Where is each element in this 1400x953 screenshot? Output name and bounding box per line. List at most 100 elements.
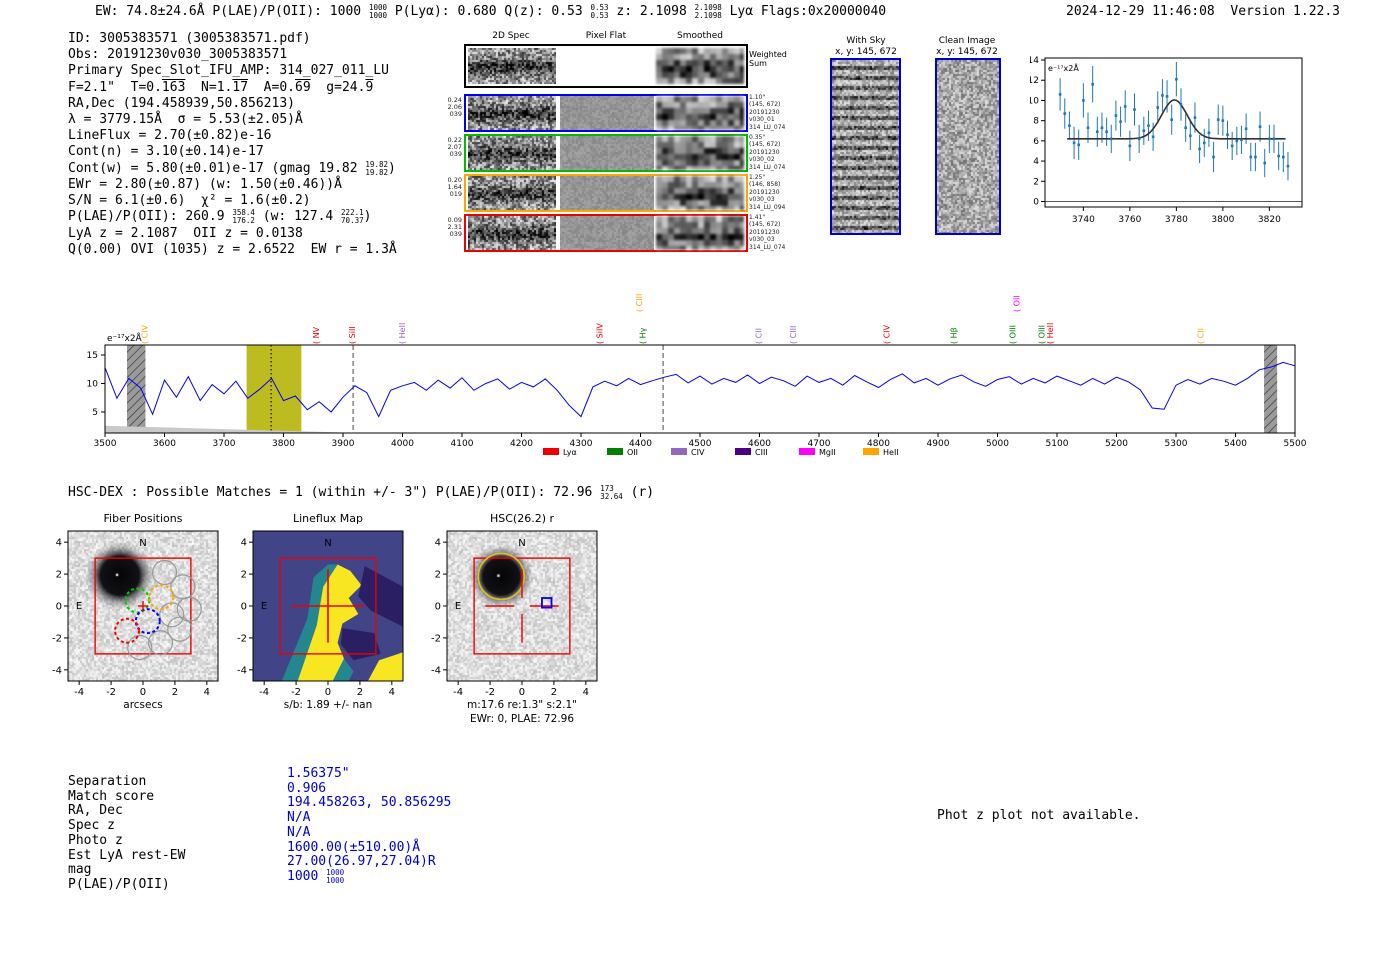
spec2d-row-right-labels: 1.10" (145, 672) 20191230 v030_01 314_LU_074 bbox=[749, 94, 785, 131]
rect-el bbox=[1264, 345, 1278, 433]
rect-el bbox=[1282, 155, 1285, 159]
text-el: 4 bbox=[1033, 157, 1039, 167]
text-el: 3800 bbox=[272, 439, 295, 449]
div-el: 314_LU_074 bbox=[749, 243, 786, 251]
text-el: 3740 bbox=[1072, 215, 1095, 225]
text-el: 0 bbox=[519, 687, 525, 698]
match-row-label: RA, Dec bbox=[68, 803, 123, 819]
div-el: Cont(w) = 5.80(±0.01)e-17 (gmag 19.82 19… bbox=[68, 159, 396, 177]
with-sky-title-text: With Sky bbox=[846, 36, 886, 46]
rect-el bbox=[799, 448, 815, 455]
lineflux-map-overlay: N E -4 -4 -2 -2 0 0 2 2 4 4 s/b: 1.89 +/- nan bbox=[237, 530, 404, 711]
hsc-cutout-title: HSC(26.2) r bbox=[489, 512, 555, 525]
text-el: -4 bbox=[52, 665, 62, 676]
text-el: 5 bbox=[92, 408, 98, 418]
match-row-value: 1600.00(±510.00)Å bbox=[287, 839, 421, 855]
rect-el bbox=[1096, 130, 1099, 134]
spec2d-row-left-labels: 0.24 2.06 039 bbox=[436, 97, 462, 118]
spec2d-row-left-labels: 0.20 1.64 019 bbox=[436, 177, 462, 198]
weighted-sum-label: Weighted Sum bbox=[749, 50, 787, 68]
text-el: -4 bbox=[74, 687, 84, 698]
text-el: 2 bbox=[435, 570, 441, 581]
clean-image-image bbox=[937, 60, 999, 233]
spec2d-strip-image bbox=[560, 96, 654, 130]
match-row-label: Est LyA rest-EW bbox=[68, 847, 186, 863]
div-el: LyA z = 2.1087 OII z = 0.0138 bbox=[68, 225, 303, 241]
div-el: 314_LU_074 bbox=[749, 123, 786, 131]
spec2d-row bbox=[464, 134, 748, 172]
text-el: m:17.6 re:1.3" s:2.1" bbox=[467, 699, 577, 711]
text-el: 2 bbox=[172, 687, 178, 698]
circle-el bbox=[127, 634, 153, 661]
div-el: 20191230 bbox=[749, 188, 780, 196]
text-el: HeII bbox=[883, 448, 899, 457]
rect-el bbox=[1268, 137, 1271, 141]
circle-el bbox=[114, 617, 141, 644]
photz-note: Phot z plot not available. bbox=[937, 808, 1141, 823]
div-el: 19.82 bbox=[365, 167, 388, 177]
text-el: E bbox=[261, 601, 267, 612]
fiber-positions-title: Fiber Positions bbox=[103, 512, 183, 525]
spec2d-strip-image bbox=[560, 176, 654, 210]
hsc-cutout-overlay: N E -4 -4 -2 -2 0 0 2 2 4 4 m:17.6 re:1.3" s:2.1" EWr… bbox=[431, 530, 598, 725]
rect-el bbox=[671, 448, 687, 455]
text-el: 12 bbox=[1030, 76, 1039, 86]
div-el: 1.10" bbox=[749, 94, 766, 101]
text-el: ( SiIV bbox=[596, 323, 605, 344]
rect-el bbox=[1109, 137, 1113, 141]
text-el: ( HeII bbox=[398, 323, 407, 344]
text-el: 0 bbox=[241, 601, 247, 612]
rect-el bbox=[1123, 105, 1127, 108]
text-el: -2 bbox=[237, 633, 247, 644]
div-el: RA,Dec (194.458939,50.856213) bbox=[68, 95, 295, 111]
span-el: 1000 1000 bbox=[326, 868, 344, 885]
text-el: 8 bbox=[1033, 117, 1039, 127]
circle-el bbox=[147, 630, 174, 656]
elixer-report-page: EW: 74.8±24.6Å P(LAE)/P(OII): 1000 1000 1… bbox=[0, 0, 1400, 953]
div-el: 20191230 bbox=[749, 148, 780, 156]
clean-image-coords: x, y: 145, 672 bbox=[936, 47, 998, 57]
with-sky-panel bbox=[830, 58, 901, 235]
rect-el bbox=[1063, 112, 1067, 115]
rect-el bbox=[1286, 164, 1290, 168]
text-el: 4 bbox=[435, 538, 441, 549]
rect-el bbox=[1221, 119, 1225, 122]
fiber-positions-overlay: N E -4 -4 -2 -2 0 0 2 2 4 4 arcsecs bbox=[52, 530, 219, 711]
lineflux-map-title: Lineflux Map bbox=[292, 512, 364, 525]
rect-el bbox=[1114, 114, 1118, 117]
text-el: -4 bbox=[431, 665, 441, 676]
rect-el bbox=[1161, 94, 1164, 97]
text-el: 3700 bbox=[213, 439, 236, 449]
rect-el bbox=[735, 448, 751, 455]
match-row-label: Spec z bbox=[68, 818, 115, 834]
text-el: EWr: 0, PLAE: 72.96 bbox=[470, 713, 574, 725]
rect-el bbox=[1119, 120, 1122, 123]
rect-el bbox=[127, 345, 146, 433]
spec2d-row-right-labels: 1.25" (146, 858) 20191230 v030_03 314_LU_094 bbox=[749, 174, 785, 211]
text-el: -2 bbox=[106, 687, 116, 698]
span-el: 19.82 19.82 bbox=[365, 160, 388, 177]
match-row-value: 0.906 bbox=[287, 780, 327, 796]
text-el: N bbox=[324, 538, 331, 549]
spec2d-weighted-row bbox=[464, 44, 748, 88]
div-el: Obs: 20191230v030_3005383571 bbox=[68, 47, 288, 63]
rect-el bbox=[1156, 106, 1160, 109]
div-el: F=2.1" T=0.163 N=1.17 A=0.69 g=24.9 bbox=[68, 79, 374, 95]
with-sky-title: With Sky x, y: 145, 672 bbox=[816, 36, 916, 58]
text-el: -2 bbox=[485, 687, 495, 698]
rect-el bbox=[1272, 137, 1276, 141]
text-el: ( NV bbox=[312, 326, 321, 344]
text-el: 5100 bbox=[1046, 439, 1069, 449]
span-el: 2.1098 2.1098 bbox=[695, 3, 722, 20]
text-el: e⁻¹⁷x2Å bbox=[107, 332, 143, 344]
span-el: 9 bbox=[365, 79, 374, 95]
rect-el bbox=[1058, 93, 1062, 96]
div-el: v030_01 bbox=[749, 116, 775, 124]
rect-el bbox=[1128, 144, 1132, 148]
div-el: LineFlux = 2.70(±0.82)e-16 bbox=[68, 128, 272, 144]
div-el: 20191230 bbox=[749, 108, 780, 116]
text-el: e⁻¹⁷x2Å bbox=[1048, 62, 1079, 73]
text-el: 5200 bbox=[1105, 439, 1128, 449]
div-el: (145, 672) bbox=[749, 101, 781, 109]
rect-el bbox=[1212, 155, 1215, 159]
